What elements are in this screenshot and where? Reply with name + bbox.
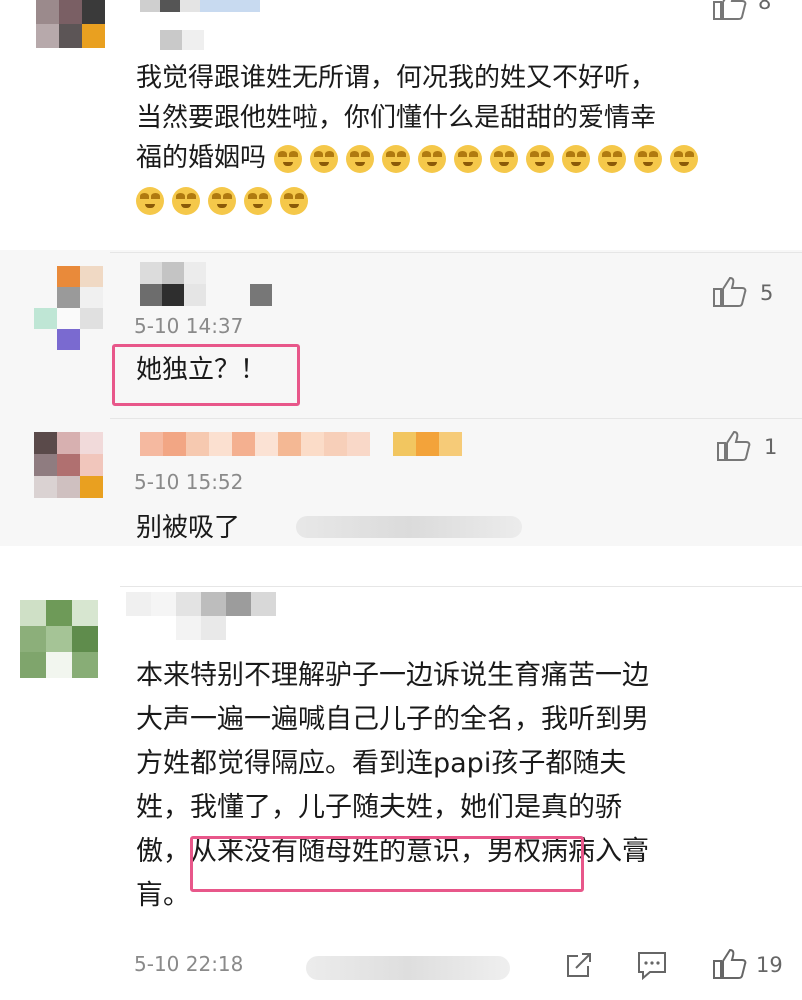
share-icon[interactable] — [564, 950, 594, 980]
comment-line: 我觉得跟谁姓无所谓，何况我的姓又不好听， — [136, 63, 657, 93]
doge-emoji — [136, 186, 164, 215]
doge-emoji — [670, 144, 699, 173]
highlight-box — [190, 836, 584, 892]
doge-emoji — [274, 144, 303, 173]
comment-line: 本来特别不理解驴子一边诉说生育痛苦一边 — [136, 660, 649, 691]
thumbs-up-icon[interactable] — [712, 276, 748, 308]
comment-line-text: 福的婚姻吗 — [136, 143, 267, 173]
doge-emoji — [526, 144, 555, 173]
username-blurred — [160, 30, 204, 50]
divider — [120, 586, 802, 587]
timestamp: 5-10 14:37 — [134, 314, 244, 338]
timestamp: 5-10 15:52 — [134, 470, 244, 494]
emoji-row — [274, 143, 706, 173]
doge-emoji — [454, 144, 483, 173]
divider — [110, 252, 802, 253]
username-blurred[interactable] — [126, 592, 276, 640]
username-blurred[interactable] — [140, 432, 462, 456]
doge-emoji — [310, 144, 339, 173]
like-count: 1 — [764, 435, 778, 459]
comment-icon[interactable] — [636, 950, 668, 980]
blurred-watermark — [306, 956, 510, 980]
doge-emoji — [562, 144, 591, 173]
reply-text: 别被吸了 — [136, 513, 241, 543]
thumbs-up-icon[interactable] — [716, 430, 752, 462]
comment-line: 当然要跟他姓啦，你们懂什么是甜甜的爱情幸 — [136, 103, 657, 133]
thumbs-up-icon[interactable] — [712, 948, 748, 980]
username-blurred[interactable] — [140, 262, 294, 306]
doge-emoji — [382, 144, 411, 173]
blurred-watermark — [296, 516, 522, 538]
doge-emoji — [490, 144, 519, 173]
comment-line: 福的婚姻吗 — [136, 138, 776, 178]
section-gap — [0, 546, 802, 586]
like-count: 5 — [760, 281, 774, 305]
doge-emoji — [418, 144, 447, 173]
doge-emoji — [280, 186, 308, 215]
avatar[interactable] — [36, 0, 105, 48]
doge-emoji — [172, 186, 200, 215]
thumbs-up-icon[interactable] — [712, 0, 748, 20]
like-count: 19 — [756, 953, 783, 977]
comment-line: 方姓都觉得隔应。看到连papi孩子都随夫 — [136, 748, 627, 779]
avatar[interactable] — [34, 266, 103, 350]
doge-emoji — [244, 186, 272, 215]
doge-emoji — [208, 186, 236, 215]
doge-emoji — [598, 144, 627, 173]
comment-line: 大声一遍一遍喊自己儿子的全名，我听到男 — [136, 704, 649, 735]
comment-text: 我觉得跟谁姓无所谓，何况我的姓又不好听， 当然要跟他姓啦，你们懂什么是甜甜的爱情… — [136, 58, 776, 220]
divider — [110, 418, 802, 419]
comment-line: 姓，我懂了，儿子随夫姓，她们是真的骄 — [136, 792, 622, 823]
timestamp: 5-10 22:18 — [134, 952, 244, 976]
emoji-row — [136, 180, 776, 220]
doge-emoji — [634, 144, 663, 173]
avatar[interactable] — [20, 600, 98, 678]
like-count: 8 — [758, 0, 772, 14]
username-blurred[interactable] — [140, 0, 260, 12]
avatar[interactable] — [34, 432, 103, 498]
highlight-box — [112, 344, 300, 406]
doge-emoji — [346, 144, 375, 173]
